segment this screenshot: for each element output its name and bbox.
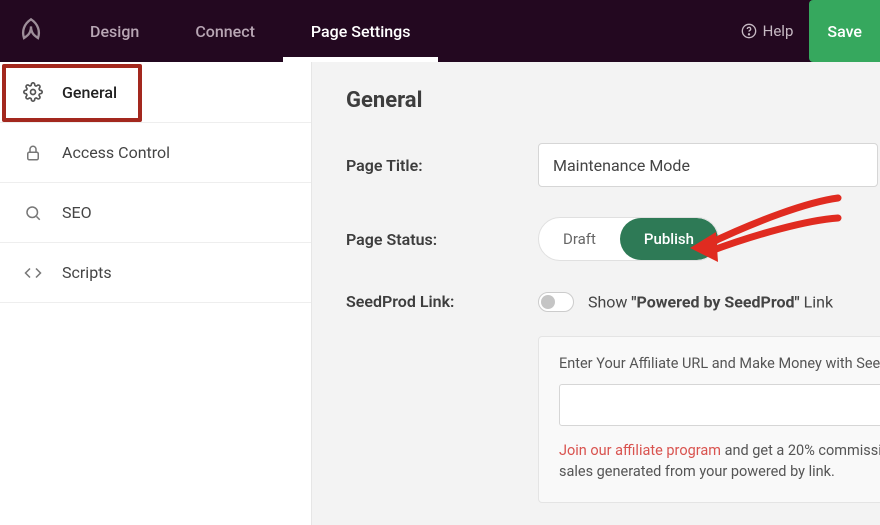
annotation-highlight-box xyxy=(2,64,142,122)
page-heading: General xyxy=(346,88,880,113)
seedprod-switch[interactable] xyxy=(538,292,574,312)
row-seedprod-link: SeedProd Link: Show "Powered by SeedProd… xyxy=(346,291,880,312)
switch-label-prefix: Show xyxy=(588,292,631,311)
top-tabs: Design Connect Page Settings xyxy=(62,0,438,62)
sidebar-item-label: Access Control xyxy=(62,143,170,162)
switch-label-bold: "Powered by SeedProd" xyxy=(631,292,799,311)
code-icon xyxy=(22,264,44,282)
tab-page-settings[interactable]: Page Settings xyxy=(283,0,439,62)
affiliate-program-link[interactable]: Join our affiliate program xyxy=(559,442,721,459)
row-page-title: Page Title: xyxy=(346,143,880,187)
switch-label-suffix: Link xyxy=(800,292,833,311)
label-seedprod-link: SeedProd Link: xyxy=(346,292,538,311)
status-option-draft[interactable]: Draft xyxy=(539,218,620,260)
affiliate-title: Enter Your Affiliate URL and Make Money … xyxy=(559,355,880,372)
topbar: Design Connect Page Settings Help Save xyxy=(0,0,880,62)
topbar-right: Help Save xyxy=(741,0,880,62)
sidebar-item-access-control[interactable]: Access Control xyxy=(0,123,311,183)
affiliate-footer: Join our affiliate program and get a 20%… xyxy=(559,440,880,482)
sidebar-item-label: Scripts xyxy=(62,263,112,282)
sidebar-item-seo[interactable]: SEO xyxy=(0,183,311,243)
save-button[interactable]: Save xyxy=(809,0,880,62)
settings-sidebar: General Access Control SEO Scripts xyxy=(0,62,312,525)
content: General Access Control SEO Scripts Gener… xyxy=(0,62,880,525)
main-panel: General Page Title: Page Status: Draft P… xyxy=(312,62,880,525)
affiliate-box: Enter Your Affiliate URL and Make Money … xyxy=(538,336,880,503)
affiliate-url-input[interactable] xyxy=(559,384,880,426)
lock-icon xyxy=(22,144,44,162)
row-page-status: Page Status: Draft Publish xyxy=(346,217,880,261)
page-title-input[interactable] xyxy=(538,143,878,187)
tab-connect[interactable]: Connect xyxy=(167,0,283,62)
search-icon xyxy=(22,204,44,222)
seedprod-switch-label: Show "Powered by SeedProd" Link xyxy=(588,292,833,311)
status-option-publish[interactable]: Publish xyxy=(620,218,718,260)
label-page-title: Page Title: xyxy=(346,156,538,175)
sidebar-item-scripts[interactable]: Scripts xyxy=(0,243,311,303)
sidebar-item-label: SEO xyxy=(62,203,92,222)
status-toggle: Draft Publish xyxy=(538,217,719,261)
label-page-status: Page Status: xyxy=(346,230,538,249)
help-label: Help xyxy=(763,22,794,40)
help-link[interactable]: Help xyxy=(741,22,794,40)
help-icon xyxy=(741,23,757,39)
tab-design[interactable]: Design xyxy=(62,0,167,62)
app-logo xyxy=(0,0,62,62)
